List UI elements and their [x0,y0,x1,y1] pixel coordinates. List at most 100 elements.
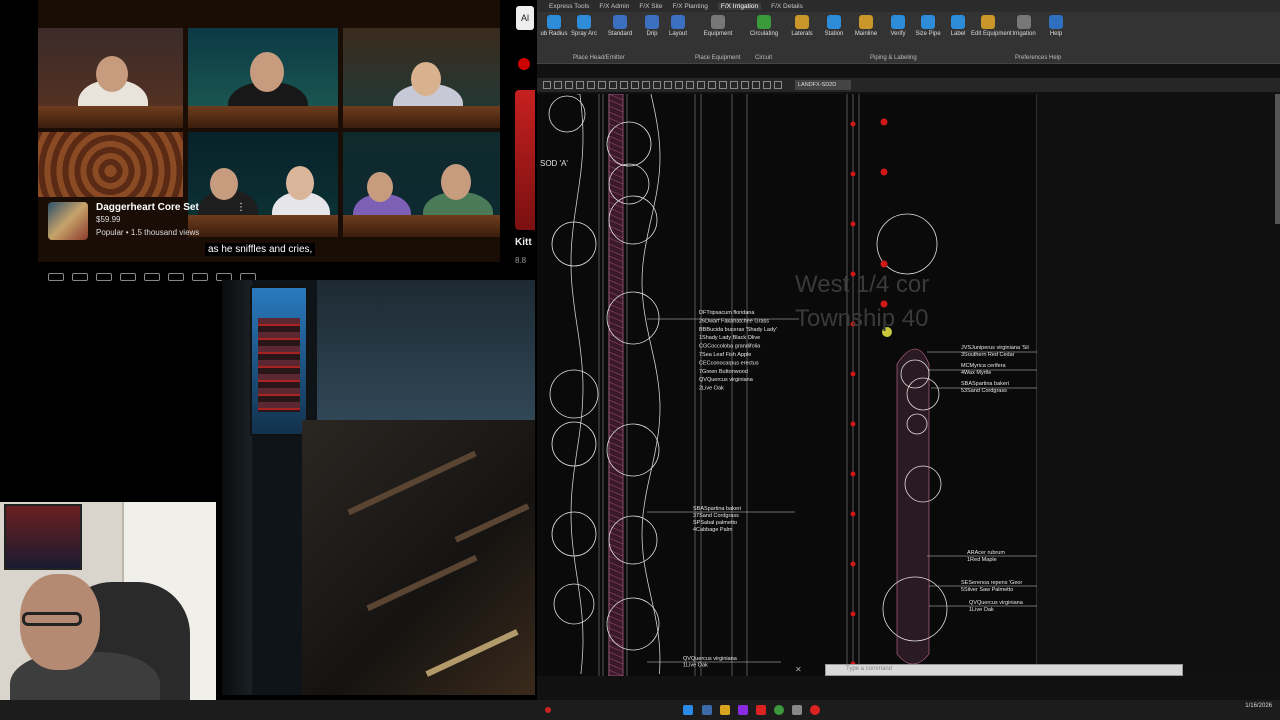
game-street [317,280,535,420]
ribbon-button[interactable]: Standard [603,15,637,37]
record-icon[interactable] [810,705,820,715]
callout-label: 7Green Buttonwood [699,369,748,375]
callout-label: 4Cabbage Palm [693,527,733,533]
toolbar-tool-icon[interactable] [774,81,782,89]
tree-symbol [549,369,599,419]
control-icon[interactable] [48,273,64,281]
side-card[interactable]: Al [516,6,534,30]
ribbon-button[interactable]: Size Pipe [911,15,945,37]
ribbon-tab[interactable]: F/X Site [639,3,662,10]
tray-date[interactable]: 1/16/2026 [1245,703,1272,710]
toolbar-tool-icon[interactable] [719,81,727,89]
toolbar-tool-icon[interactable] [620,81,628,89]
ribbon-button[interactable]: Irrigation [1007,15,1041,37]
settings-icon[interactable] [792,705,802,715]
ribbon-button[interactable]: Laterals [785,15,819,37]
more-options-icon[interactable]: ⋮ [236,202,246,213]
toolbar-tool-icon[interactable] [686,81,694,89]
callout-label: QVQuercus virginiana [969,600,1024,606]
control-icon[interactable] [96,273,112,281]
ribbon-group-label: Piping & Labeling [870,55,917,61]
toolbar-tool-icon[interactable] [609,81,617,89]
toolbar-tool-icon[interactable] [653,81,661,89]
toolbar-tool-icon[interactable] [730,81,738,89]
ribbon-button[interactable]: Layout [661,15,695,37]
callout-label: 5Silver Saw Palmetto [961,587,1013,593]
ribbon-tab[interactable]: F/X Details [771,3,803,10]
ribbon-button[interactable]: Mainline [849,15,883,37]
ribbon-button[interactable]: Spray Arc [567,15,601,37]
cad-window[interactable]: Express Tools F/X Admin F/X Site F/X Planti… [537,0,1280,700]
browser-icon[interactable] [738,705,748,715]
chrome-icon[interactable] [774,705,784,715]
layer-combo[interactable]: LANDFX-SD2D [795,80,851,90]
command-close-icon[interactable]: ✕ [795,665,802,674]
ribbon-button[interactable]: Verify [881,15,915,37]
game-capture [222,280,535,695]
canvas-empty-area[interactable] [1037,94,1280,676]
sprinkler-head [850,171,856,177]
scrollbar[interactable] [1275,94,1280,224]
control-icon[interactable] [168,273,184,281]
start-icon[interactable] [683,705,693,715]
ribbon-button-label: Size Pipe [915,31,941,37]
explorer-icon[interactable] [720,705,730,715]
video-player[interactable]: Daggerheart Core Set $59.99 Popular • 1.… [38,0,500,262]
ribbon-tab[interactable]: Express Tools [549,3,589,10]
toolbar-tool-icon[interactable] [576,81,584,89]
side-video-title[interactable]: Kitt [515,237,532,248]
control-icon[interactable] [120,273,136,281]
app-icon[interactable] [545,707,551,713]
drawing-canvas[interactable]: West 1/4 cor Township 40 SOD 'A' DFTripsacu… [537,94,1037,676]
island-hatch [896,348,930,665]
toolbar-tool-icon[interactable] [631,81,639,89]
toolbar-tool-icon[interactable] [587,81,595,89]
ribbon-tab[interactable]: F/X Planting [672,3,707,10]
game-floor [302,420,535,695]
ribbon-button[interactable]: Edit Equipment [971,15,1012,37]
toolbar-tool-icon[interactable] [642,81,650,89]
control-icon[interactable] [192,273,208,281]
callout-label: 37Sand Cordgrass [693,513,739,519]
toolbar-tool-icon[interactable] [763,81,771,89]
product-card[interactable]: Daggerheart Core Set $59.99 Popular • 1.… [46,200,246,242]
callout-label: 26Dwarf Fakahatchee Grass [699,318,769,324]
video-cam-3 [343,28,500,128]
ribbon-button-label: ub Radius [540,31,568,37]
sprinkler-head [850,221,856,227]
ribbon-button[interactable]: Station [817,15,851,37]
side-thumbnail[interactable] [515,90,535,230]
ribbon-button[interactable]: Label [941,15,975,37]
sprinkler-head [880,260,888,268]
toolbar-tool-icon[interactable] [675,81,683,89]
product-title: Daggerheart Core Set [96,202,199,213]
ribbon-button[interactable]: Circulating [747,15,781,37]
watermark-text: West 1/4 cor [795,271,929,298]
tree-symbol [551,511,597,557]
toolbar-tool-icon[interactable] [664,81,672,89]
ribbon-button-label: Equipment [703,31,733,37]
drawing-svg: West 1/4 cor Township 40 SOD 'A' DFTripsacu… [540,94,1037,676]
size-pipe-icon [921,15,935,29]
ribbon-tab[interactable]: F/X Admin [599,3,629,10]
ribbon-tab[interactable]: F/X Irrigation [717,2,762,10]
tree-symbol [551,421,597,467]
ribbon-button[interactable]: Help [1039,15,1073,37]
ribbon-button[interactable]: Equipment [701,15,735,37]
toolbar-tool-icon[interactable] [543,81,551,89]
toolbar-tool-icon[interactable] [554,81,562,89]
control-icon[interactable] [144,273,160,281]
command-line[interactable]: Type a command [825,664,1183,676]
toolbar-tool-icon[interactable] [598,81,606,89]
ribbon-button[interactable]: ub Radius [537,15,571,37]
toolbar-tool-icon[interactable] [708,81,716,89]
search-icon[interactable] [702,705,712,715]
sprinkler-head [850,611,856,617]
toolbar-tool-icon[interactable] [741,81,749,89]
toolbar-tool-icon[interactable] [697,81,705,89]
toolbar-tool-icon[interactable] [752,81,760,89]
control-icon[interactable] [72,273,88,281]
youtube-icon[interactable] [756,705,766,715]
toolbar-tool-icon[interactable] [565,81,573,89]
callout-label: CECconocarpus erectus [699,360,759,366]
